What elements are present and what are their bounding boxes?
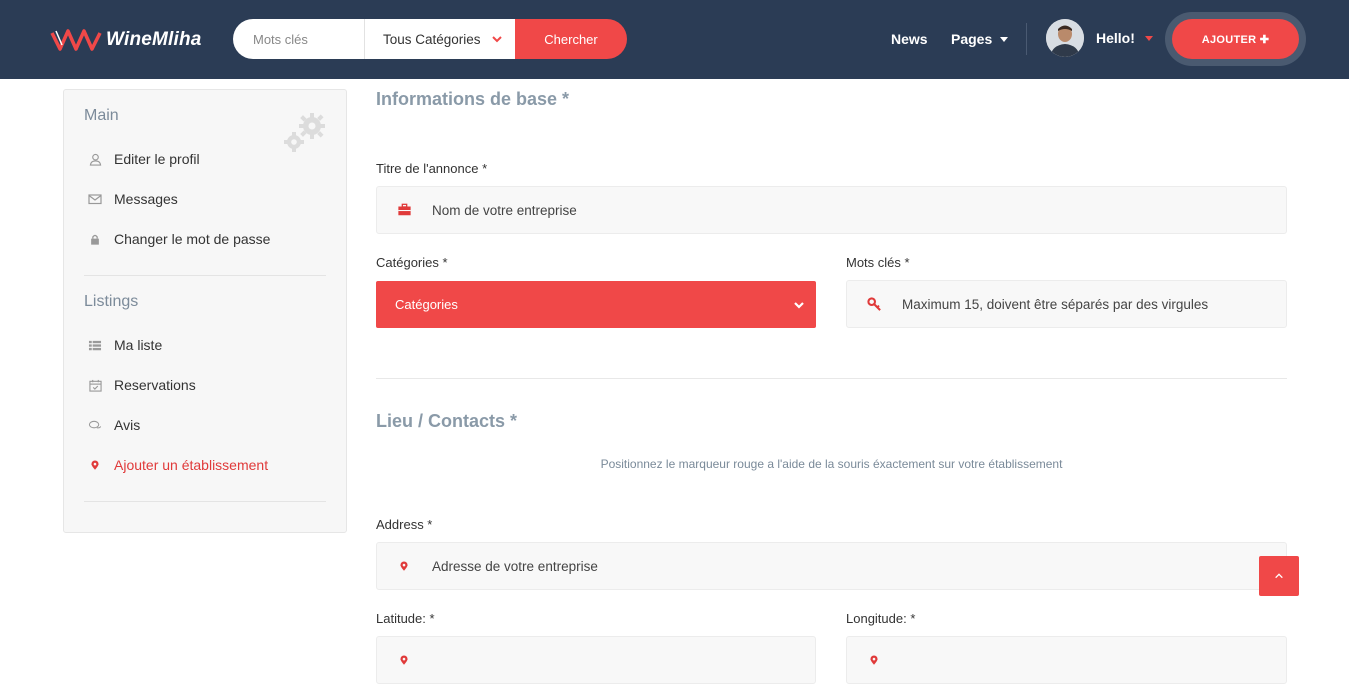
latitude-input[interactable] (432, 652, 805, 668)
map-hint-text: Positionnez le marqueur rouge a l'aide d… (600, 457, 1063, 471)
chevron-up-icon (1275, 573, 1283, 579)
address-field[interactable] (376, 542, 1287, 590)
categories-label: Catégories * (376, 255, 448, 270)
nav-news-link[interactable]: News (891, 31, 928, 47)
sidebar-item-my-list[interactable]: Ma liste (88, 337, 162, 353)
briefcase-icon (396, 202, 412, 218)
top-header: WineMliha Tous Catégories Chercher News … (0, 0, 1349, 79)
list-icon (88, 338, 102, 352)
address-input[interactable] (432, 558, 1205, 574)
comments-icon (88, 418, 102, 432)
sidebar-item-label: Ma liste (114, 337, 163, 353)
keywords-label: Mots clés * (846, 255, 910, 270)
category-select[interactable]: Tous Catégories (364, 19, 515, 59)
sidebar-item-add-establishment[interactable]: Ajouter un établissement (88, 457, 268, 473)
sidebar-item-label: Avis (114, 417, 141, 433)
longitude-field[interactable] (846, 636, 1287, 684)
logo-text: WineMliha (106, 29, 202, 50)
map-marker-icon (396, 652, 412, 668)
avatar-image (1046, 19, 1084, 57)
longitude-label: Longitude: * (846, 611, 916, 626)
categories-select[interactable]: Catégories (376, 281, 816, 328)
scroll-to-top-button[interactable] (1259, 556, 1299, 596)
sidebar-divider (84, 501, 326, 502)
section-divider (376, 378, 1287, 379)
sidebar-heading-main: Main (84, 107, 119, 124)
sidebar-item-change-password[interactable]: Changer le mot de passe (88, 231, 270, 247)
sidebar-divider (84, 275, 326, 276)
keywords-input[interactable] (902, 296, 1276, 312)
user-avatar[interactable] (1046, 19, 1084, 57)
site-logo[interactable]: WineMliha (50, 24, 202, 56)
nav-pages-dropdown[interactable]: Pages (951, 31, 1009, 47)
sidebar-item-label: Messages (114, 191, 178, 207)
chevron-down-icon (794, 302, 804, 309)
user-greeting: Hello! (1096, 30, 1135, 46)
sidebar-item-label: Editer le profil (114, 151, 200, 167)
nav-pages-label: Pages (951, 31, 993, 47)
sidebar-item-reviews[interactable]: Avis (88, 417, 140, 433)
sidebar-item-label: Ajouter un établissement (114, 457, 269, 473)
listing-title-label: Titre de l'annonce * (376, 161, 488, 176)
envelope-icon (88, 192, 102, 206)
sidebar-item-messages[interactable]: Messages (88, 191, 178, 207)
sidebar-item-reservations[interactable]: Reservations (88, 377, 196, 393)
sidebar-item-label: Changer le mot de passe (114, 231, 271, 247)
keywords-search-input[interactable] (233, 19, 364, 59)
map-marker-icon (88, 458, 102, 472)
key-icon (866, 296, 882, 312)
header-search: Tous Catégories Chercher (233, 19, 627, 59)
user-icon (88, 152, 102, 166)
add-button-wrapper: AJOUTER ✚ (1165, 12, 1306, 66)
wine-logo-icon (50, 29, 102, 51)
section-title-location: Lieu / Contacts * (376, 411, 518, 431)
calendar-check-icon (88, 378, 102, 392)
listing-title-field[interactable] (376, 186, 1287, 234)
lock-icon (88, 232, 102, 246)
caret-down-icon (1000, 36, 1009, 42)
header-divider (1026, 23, 1027, 55)
dashboard-sidebar: Main Editer le profil Messages Changer l… (63, 89, 347, 533)
keywords-field[interactable] (846, 280, 1287, 328)
categories-select-value: Catégories (395, 297, 458, 312)
map-marker-icon (866, 652, 882, 668)
sidebar-item-label: Reservations (114, 377, 196, 393)
map-marker-icon (396, 558, 412, 574)
add-listing-button[interactable]: AJOUTER ✚ (1172, 19, 1299, 59)
longitude-input[interactable] (902, 652, 1276, 668)
gears-icon (284, 113, 325, 152)
caret-down-icon (1144, 35, 1153, 41)
latitude-label: Latitude: * (376, 611, 435, 626)
user-menu-dropdown[interactable]: Hello! (1096, 30, 1153, 46)
sidebar-item-edit-profile[interactable]: Editer le profil (88, 151, 200, 167)
category-select-value: Tous Catégories (383, 31, 481, 47)
sidebar-heading-listings: Listings (84, 293, 139, 310)
listing-title-input[interactable] (432, 202, 1205, 218)
chevron-down-icon (492, 36, 502, 43)
latitude-field[interactable] (376, 636, 816, 684)
section-title-basic-info: Informations de base * (376, 89, 570, 109)
search-button[interactable]: Chercher (515, 19, 627, 59)
address-label: Address * (376, 517, 433, 532)
